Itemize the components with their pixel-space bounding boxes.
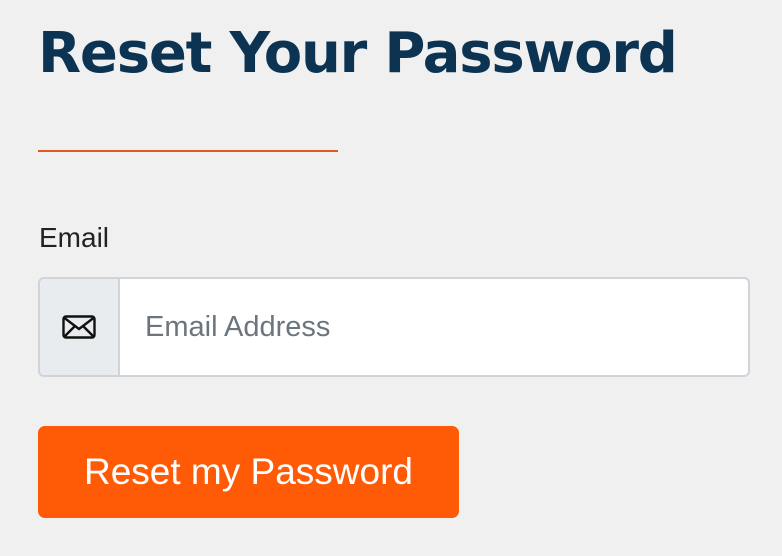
- email-label: Email: [39, 222, 110, 253]
- reset-password-button[interactable]: Reset my Password: [38, 426, 459, 518]
- email-addon: [38, 277, 120, 377]
- page-title: Reset Your Password: [38, 21, 678, 86]
- envelope-icon: [62, 315, 96, 339]
- email-input-group: [38, 277, 750, 377]
- email-input[interactable]: [118, 277, 750, 377]
- title-divider: [38, 150, 338, 152]
